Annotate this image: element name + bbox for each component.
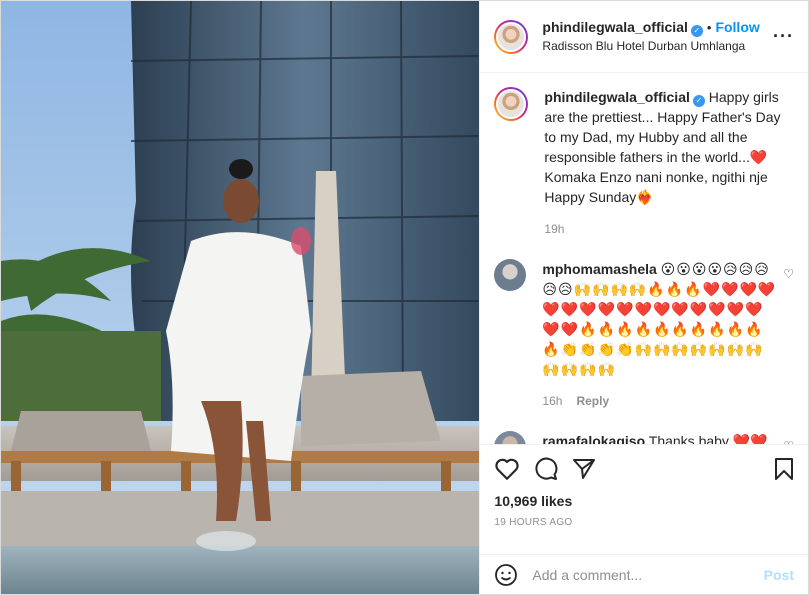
verified-badge-icon: ✓	[690, 25, 703, 37]
comment-bubble-icon[interactable]	[534, 457, 558, 481]
likes-count[interactable]: 10,969 likes	[494, 493, 794, 509]
post-header: phindilegwala_official ✓ • Follow Radisson …	[480, 1, 808, 73]
post-timestamp[interactable]: 19 HOURS AGO	[494, 517, 794, 528]
author-username[interactable]: phindilegwala_official	[542, 19, 687, 35]
comment-text: 😮😮😮😮😥😥😥😥😥🙌🙌🙌🙌🔥🔥🔥❤️❤️❤️❤️❤️❤️❤️❤️❤️❤️❤️❤️…	[542, 261, 777, 377]
reply-button[interactable]: Reply	[576, 394, 609, 408]
more-options-icon[interactable]: ···	[773, 26, 794, 47]
post-photo[interactable]	[1, 1, 480, 594]
comment-item: ramafalokagiso Thanks baby ❤️❤️ ♡	[494, 431, 794, 444]
commenter-avatar[interactable]	[494, 431, 527, 444]
comment-time[interactable]: 16h	[542, 394, 562, 408]
post-details-panel: phindilegwala_official ✓ • Follow Radisson …	[479, 1, 808, 594]
like-comment-heart-icon[interactable]: ♡	[783, 267, 794, 281]
verified-badge-icon: ✓	[692, 95, 705, 107]
share-send-icon[interactable]	[572, 457, 596, 481]
caption-text: Happy girls are the prettiest... Happy F…	[544, 89, 781, 205]
like-heart-icon[interactable]	[494, 457, 520, 481]
author-avatar[interactable]	[494, 19, 529, 54]
commenter-avatar[interactable]	[494, 259, 527, 291]
emoji-smiley-icon[interactable]	[494, 563, 518, 587]
comment-input[interactable]: Add a comment...	[532, 567, 763, 583]
separator-dot: •	[706, 20, 712, 35]
comment-item: mphomamashela 😮😮😮😮😥😥😥😥😥🙌🙌🙌🙌🔥🔥🔥❤️❤️❤️❤️❤️…	[494, 259, 794, 411]
like-comment-heart-icon[interactable]: ♡	[783, 439, 794, 444]
caption-username[interactable]: phindilegwala_official	[544, 89, 689, 105]
caption-avatar[interactable]	[494, 87, 529, 121]
caption: phindilegwala_official ✓ Happy girls are …	[494, 87, 794, 239]
save-bookmark-icon[interactable]	[774, 457, 794, 481]
post-image	[1, 1, 480, 594]
location-link[interactable]: Radisson Blu Hotel Durban Umhlanga	[542, 37, 773, 55]
add-comment-bar: Add a comment... Post	[480, 554, 808, 594]
comment-username[interactable]: ramafalokagiso	[542, 433, 645, 444]
instagram-post: phindilegwala_official ✓ • Follow Radisson …	[0, 0, 809, 595]
post-comment-button[interactable]: Post	[764, 567, 794, 583]
caption-time[interactable]: 19h	[544, 219, 782, 239]
comments-section[interactable]: phindilegwala_official ✓ Happy girls are …	[480, 73, 808, 444]
comment-text: Thanks baby ❤️❤️	[648, 433, 768, 444]
comment-username[interactable]: mphomamashela	[542, 261, 656, 277]
follow-button[interactable]: Follow	[715, 19, 759, 35]
